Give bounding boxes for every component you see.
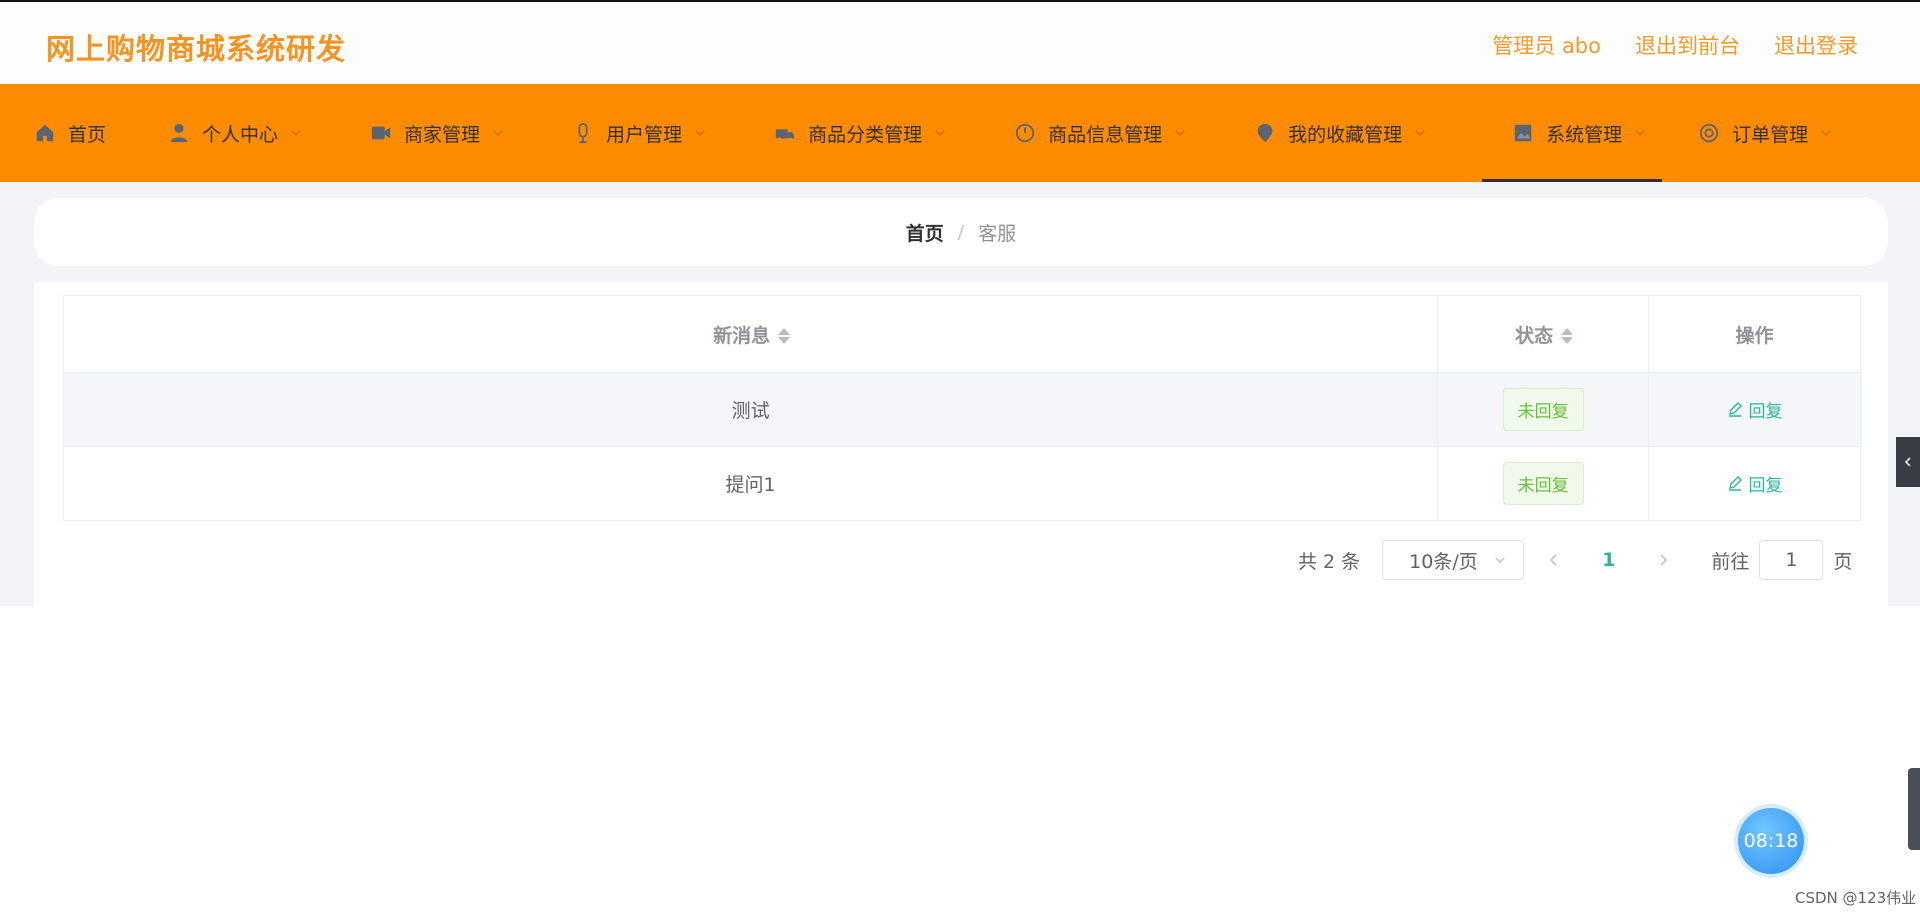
- chevron-down-icon: [1175, 130, 1185, 137]
- chevron-down-icon: [1821, 130, 1831, 137]
- chevron-down-icon: [1635, 130, 1645, 137]
- top-header: 网上购物商城系统研发 管理员 abo 退出到前台 退出登录: [0, 0, 1920, 84]
- breadcrumb: 首页 / 客服: [34, 198, 1888, 266]
- nav-label: 个人中心: [202, 123, 279, 146]
- edit-icon: [1728, 476, 1742, 491]
- prev-page-button[interactable]: [1542, 540, 1566, 580]
- nav-label: 商家管理: [404, 123, 481, 146]
- reply-label: 回复: [1748, 475, 1783, 496]
- message-cell: 测试: [62, 372, 1439, 447]
- actions-cell: 回复: [1648, 372, 1861, 447]
- picture-icon: [1512, 122, 1534, 144]
- status-badge: 未回复: [1502, 388, 1584, 431]
- pagination: 共 2 条 10条/页 1 前往 页: [1298, 540, 1852, 580]
- admin-user-label: 管理员 abo: [1492, 34, 1601, 58]
- reply-label: 回复: [1748, 401, 1783, 422]
- chevron-right-icon: [1660, 554, 1668, 566]
- main-nav: 首页 个人中心 商家管理 用户管理 商品分类管理 商品信息管理 我的收藏管理 系…: [0, 84, 1920, 182]
- chevron-down-icon: [1495, 557, 1505, 564]
- nav-item-user[interactable]: 用户管理: [572, 84, 706, 182]
- chevron-down-icon: [935, 130, 945, 137]
- page-number-current[interactable]: 1: [1602, 549, 1615, 571]
- nav-item-favorites[interactable]: 我的收藏管理: [1254, 84, 1426, 182]
- nav-item-home[interactable]: 首页: [34, 84, 106, 182]
- column-header-actions: 操作: [1648, 295, 1861, 373]
- nav-label: 首页: [68, 123, 107, 146]
- site-title: 网上购物商城系统研发: [46, 32, 347, 66]
- nav-item-category[interactable]: 商品分类管理: [774, 84, 946, 182]
- home-icon: [34, 122, 56, 144]
- breadcrumb-current: 客服: [978, 222, 1017, 245]
- nav-item-system[interactable]: 系统管理: [1482, 84, 1663, 182]
- speedometer-icon: [1014, 122, 1036, 144]
- truck-icon: [774, 122, 796, 144]
- reply-button[interactable]: 回复: [1727, 397, 1783, 422]
- nav-label: 订单管理: [1732, 123, 1809, 146]
- nav-item-personal-center[interactable]: 个人中心: [168, 84, 302, 182]
- page-size-value: 10条/页: [1409, 550, 1478, 573]
- location-icon: [1254, 122, 1276, 144]
- nav-item-product-info[interactable]: 商品信息管理: [1014, 84, 1186, 182]
- watermark-text: CSDN @123伟业: [1795, 889, 1917, 907]
- reply-button[interactable]: 回复: [1727, 471, 1783, 496]
- column-header-label: 状态: [1515, 324, 1554, 347]
- sort-icon[interactable]: [1561, 327, 1574, 345]
- table-row[interactable]: 测试 未回复 回复: [62, 372, 1861, 447]
- page-size-select[interactable]: 10条/页: [1382, 540, 1525, 580]
- nav-item-merchant[interactable]: 商家管理: [370, 84, 504, 182]
- table-header-row: 新消息 状态 操作: [62, 295, 1861, 373]
- breadcrumb-home[interactable]: 首页: [906, 219, 944, 246]
- chevron-left-icon: [1550, 554, 1557, 566]
- actions-cell: 回复: [1648, 446, 1861, 521]
- nav-item-orders[interactable]: 订单管理: [1698, 84, 1832, 182]
- nav-label: 用户管理: [606, 123, 683, 146]
- nav-label: 商品分类管理: [808, 123, 923, 146]
- user-icon: [168, 122, 190, 144]
- timer-badge[interactable]: 08:18: [1738, 808, 1804, 874]
- page-suffix: 页: [1833, 550, 1853, 573]
- breadcrumb-separator: /: [957, 221, 965, 243]
- status-cell: 未回复: [1437, 446, 1650, 521]
- column-header-status[interactable]: 状态: [1437, 295, 1650, 373]
- edit-icon: [1728, 402, 1742, 417]
- back-to-frontend-link[interactable]: 退出到前台: [1635, 30, 1740, 60]
- microphone-icon: [572, 122, 594, 144]
- messages-table: 新消息 状态 操作 测试 未回复 回复 提问1 未回复 回复: [62, 295, 1861, 521]
- column-header-label: 操作: [1735, 324, 1774, 347]
- chevron-down-icon: [1415, 130, 1425, 137]
- status-cell: 未回复: [1437, 372, 1650, 447]
- side-panel-toggle[interactable]: [1896, 437, 1920, 487]
- chevron-down-icon: [291, 130, 301, 137]
- column-header-message[interactable]: 新消息: [62, 295, 1439, 373]
- target-icon: [1698, 122, 1720, 144]
- chevron-down-icon: [695, 130, 705, 137]
- table-row[interactable]: 提问1 未回复 回复: [62, 446, 1861, 521]
- status-badge: 未回复: [1502, 462, 1584, 505]
- next-page-button[interactable]: [1651, 540, 1675, 580]
- nav-label: 商品信息管理: [1048, 123, 1163, 146]
- column-header-label: 新消息: [713, 324, 771, 347]
- chevron-left-icon: [1904, 457, 1911, 467]
- total-count: 共 2 条: [1298, 550, 1361, 573]
- side-scroll-handle[interactable]: [1908, 768, 1920, 850]
- video-icon: [370, 122, 392, 144]
- goto-page-input[interactable]: [1759, 540, 1824, 580]
- nav-label: 我的收藏管理: [1288, 123, 1403, 146]
- sort-icon[interactable]: [778, 327, 791, 345]
- timer-text: 08:18: [1743, 830, 1799, 852]
- chevron-down-icon: [493, 130, 503, 137]
- logout-link[interactable]: 退出登录: [1774, 30, 1858, 60]
- nav-label: 系统管理: [1546, 123, 1623, 146]
- header-links: 管理员 abo 退出到前台 退出登录: [1492, 30, 1858, 60]
- goto-label: 前往: [1711, 550, 1750, 573]
- message-cell: 提问1: [62, 446, 1439, 521]
